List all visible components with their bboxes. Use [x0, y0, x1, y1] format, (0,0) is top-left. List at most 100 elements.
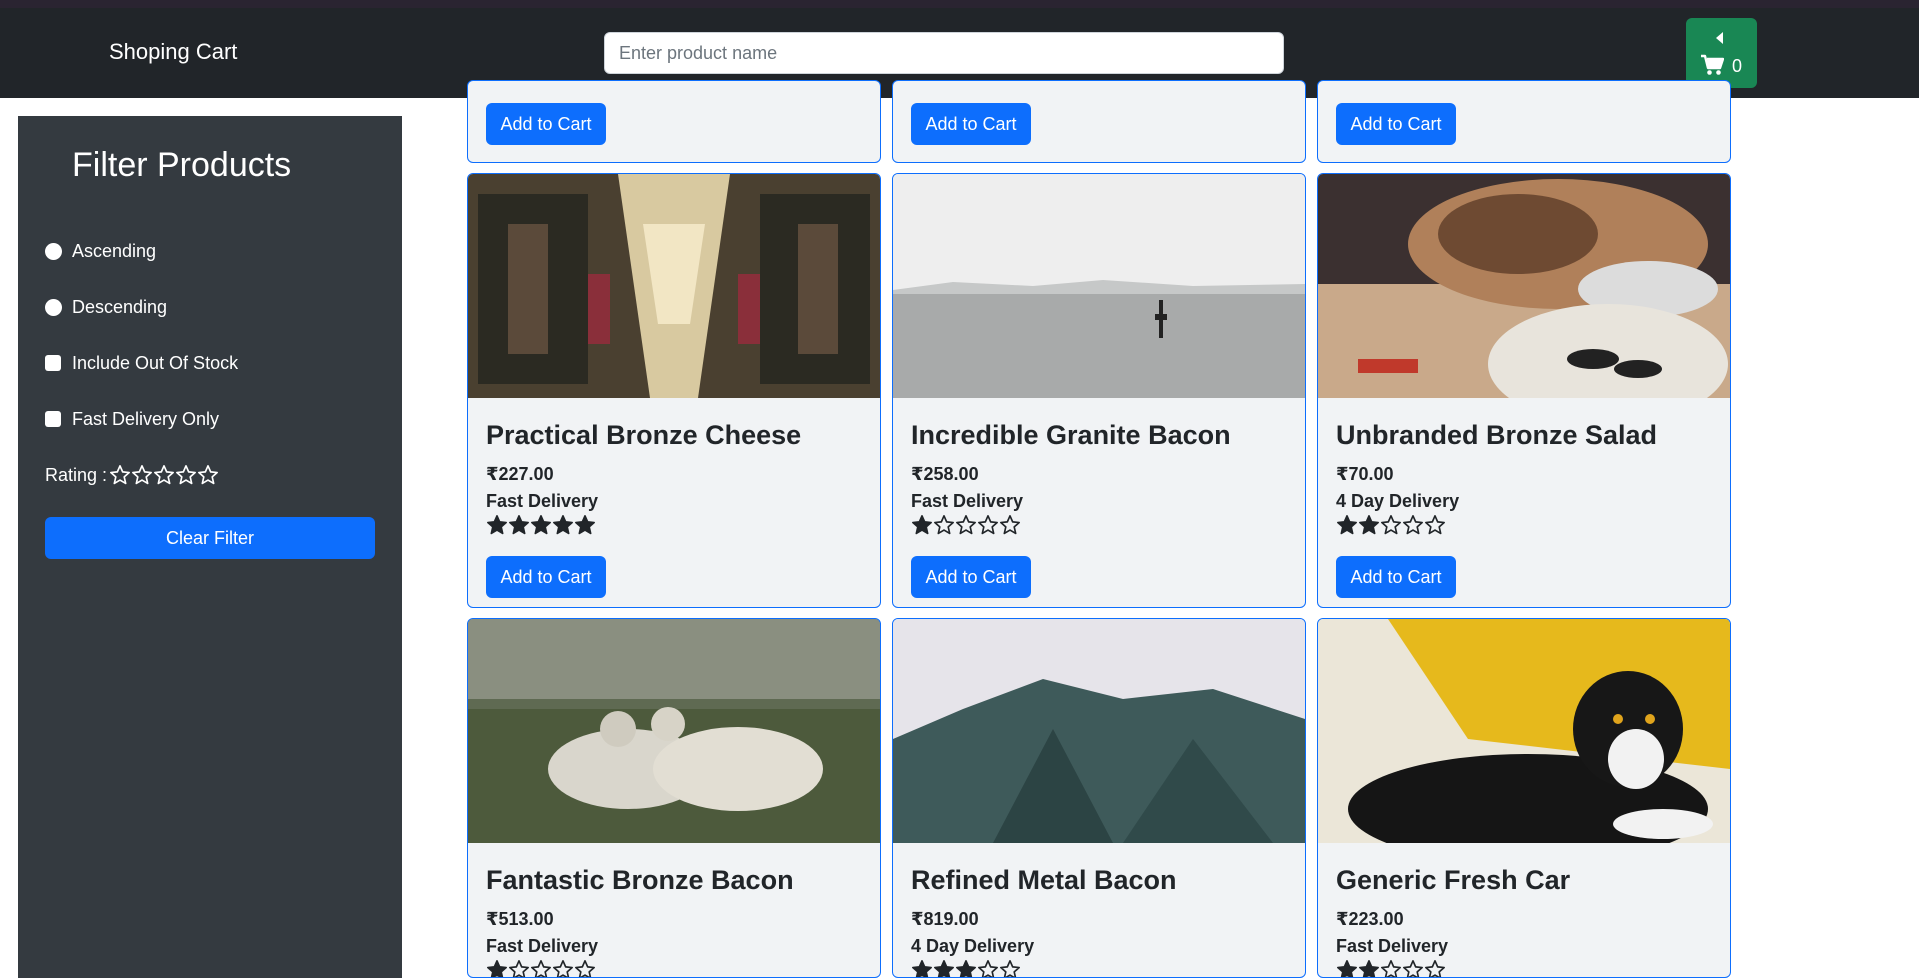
include-out-of-stock-checkbox[interactable]: Include Out Of Stock	[45, 351, 238, 375]
product-rating	[911, 514, 1021, 536]
star-outline-icon[interactable]	[153, 464, 175, 486]
star-outline-icon	[978, 960, 998, 977]
product-name: Refined Metal Bacon	[911, 865, 1177, 895]
shopping-cart-icon	[1701, 54, 1724, 75]
product-price: ₹513.00	[486, 909, 554, 929]
star-filled-icon	[1359, 515, 1379, 535]
product-rating	[486, 514, 596, 536]
star-outline-icon[interactable]	[109, 464, 131, 486]
product-delivery: Fast Delivery	[486, 936, 599, 956]
radio-circle[interactable]	[45, 242, 62, 260]
star-outline-icon	[1403, 515, 1423, 535]
product-image-snow-leopards	[468, 619, 880, 843]
star-outline-icon	[934, 515, 954, 535]
star-outline-icon[interactable]	[131, 464, 153, 486]
product-delivery: 4 Day Delivery	[1336, 491, 1460, 511]
star-outline-icon	[1000, 960, 1020, 977]
product-name: Fantastic Bronze Bacon	[486, 865, 794, 895]
cart-dropdown-button[interactable]: 0	[1686, 18, 1757, 88]
product-image-calm-sea	[893, 174, 1305, 398]
product-name: Unbranded Bronze Salad	[1336, 420, 1658, 450]
product-rating	[486, 959, 596, 977]
rating-filter: Rating :	[45, 464, 219, 486]
star-outline-icon	[978, 515, 998, 535]
star-filled-icon	[487, 515, 507, 535]
star-filled-icon	[1337, 515, 1357, 535]
sort-ascending-radio[interactable]: Ascending	[45, 239, 156, 263]
product-price: ₹223.00	[1336, 909, 1404, 929]
rating-label: Rating :	[45, 464, 108, 485]
product-card: Generic Fresh Car ₹223.00 Fast Delivery	[1317, 618, 1731, 978]
search-input[interactable]	[604, 32, 1284, 74]
fast-delivery-checkbox[interactable]: Fast Delivery Only	[45, 407, 219, 431]
product-delivery: Fast Delivery	[911, 491, 1024, 511]
product-image-tuxedo-cat	[1318, 619, 1730, 843]
product-rating	[1336, 959, 1446, 977]
star-outline-icon	[1381, 515, 1401, 535]
star-filled-icon	[912, 960, 932, 977]
product-rating	[911, 959, 1021, 977]
radio-circle[interactable]	[45, 298, 62, 316]
clear-filter-button[interactable]: Clear Filter	[45, 517, 375, 559]
star-outline-icon[interactable]	[175, 464, 197, 486]
rating-filter-stars[interactable]	[109, 464, 219, 486]
product-card-partial: Add to Cart	[892, 80, 1306, 163]
star-outline-icon	[575, 960, 595, 977]
star-outline-icon	[1381, 960, 1401, 977]
filter-title: Filter Products	[72, 146, 292, 184]
star-filled-icon	[509, 515, 529, 535]
product-image-cat-mussels	[1318, 174, 1730, 398]
option-label: Ascending	[72, 240, 157, 261]
product-card: Fantastic Bronze Bacon ₹513.00 Fast Deli…	[467, 618, 881, 978]
product-name: Incredible Granite Bacon	[911, 420, 1231, 450]
star-filled-icon	[553, 515, 573, 535]
add-to-cart-button[interactable]: Add to Cart	[486, 556, 606, 598]
add-to-cart-button[interactable]: Add to Cart	[911, 556, 1031, 598]
product-card-partial: Add to Cart	[467, 80, 881, 163]
star-outline-icon[interactable]	[197, 464, 219, 486]
product-delivery: Fast Delivery	[486, 491, 599, 511]
star-outline-icon	[531, 960, 551, 977]
sort-descending-radio[interactable]: Descending	[45, 295, 167, 319]
product-delivery: Fast Delivery	[1336, 936, 1449, 956]
star-outline-icon	[553, 960, 573, 977]
product-price: ₹227.00	[486, 464, 554, 484]
star-outline-icon	[1425, 515, 1445, 535]
filter-sidebar: Filter Products Ascending Descending Inc…	[18, 116, 402, 978]
brand-title[interactable]: Shoping Cart	[109, 39, 237, 65]
product-price: ₹819.00	[911, 909, 979, 929]
product-price: ₹70.00	[1336, 464, 1394, 484]
star-filled-icon	[934, 960, 954, 977]
product-image-train-interior	[468, 174, 880, 398]
product-rating	[1336, 514, 1446, 536]
option-label: Fast Delivery Only	[72, 408, 220, 429]
star-outline-icon	[1403, 960, 1423, 977]
star-filled-icon	[575, 515, 595, 535]
add-to-cart-button[interactable]: Add to Cart	[1336, 103, 1456, 145]
star-outline-icon	[956, 515, 976, 535]
product-delivery: 4 Day Delivery	[911, 936, 1035, 956]
star-filled-icon	[912, 515, 932, 535]
checkbox-box[interactable]	[45, 355, 61, 371]
add-to-cart-button[interactable]: Add to Cart	[911, 103, 1031, 145]
option-label: Descending	[72, 296, 168, 317]
product-card: Unbranded Bronze Salad ₹70.00 4 Day Deli…	[1317, 173, 1731, 608]
star-filled-icon	[956, 960, 976, 977]
star-filled-icon	[1359, 960, 1379, 977]
caret-left-icon	[1716, 32, 1723, 44]
star-filled-icon	[531, 515, 551, 535]
cart-count: 0	[1732, 56, 1743, 76]
product-card: Incredible Granite Bacon ₹258.00 Fast De…	[892, 173, 1306, 608]
product-name: Generic Fresh Car	[1336, 865, 1571, 895]
star-outline-icon	[509, 960, 529, 977]
product-price: ₹258.00	[911, 464, 979, 484]
star-outline-icon	[1000, 515, 1020, 535]
star-filled-icon	[1337, 960, 1357, 977]
product-card: Practical Bronze Cheese ₹227.00 Fast Del…	[467, 173, 881, 608]
add-to-cart-button[interactable]: Add to Cart	[486, 103, 606, 145]
star-outline-icon	[1425, 960, 1445, 977]
add-to-cart-button[interactable]: Add to Cart	[1336, 556, 1456, 598]
star-filled-icon	[487, 960, 507, 977]
product-card-partial: Add to Cart	[1317, 80, 1731, 163]
checkbox-box[interactable]	[45, 411, 61, 427]
